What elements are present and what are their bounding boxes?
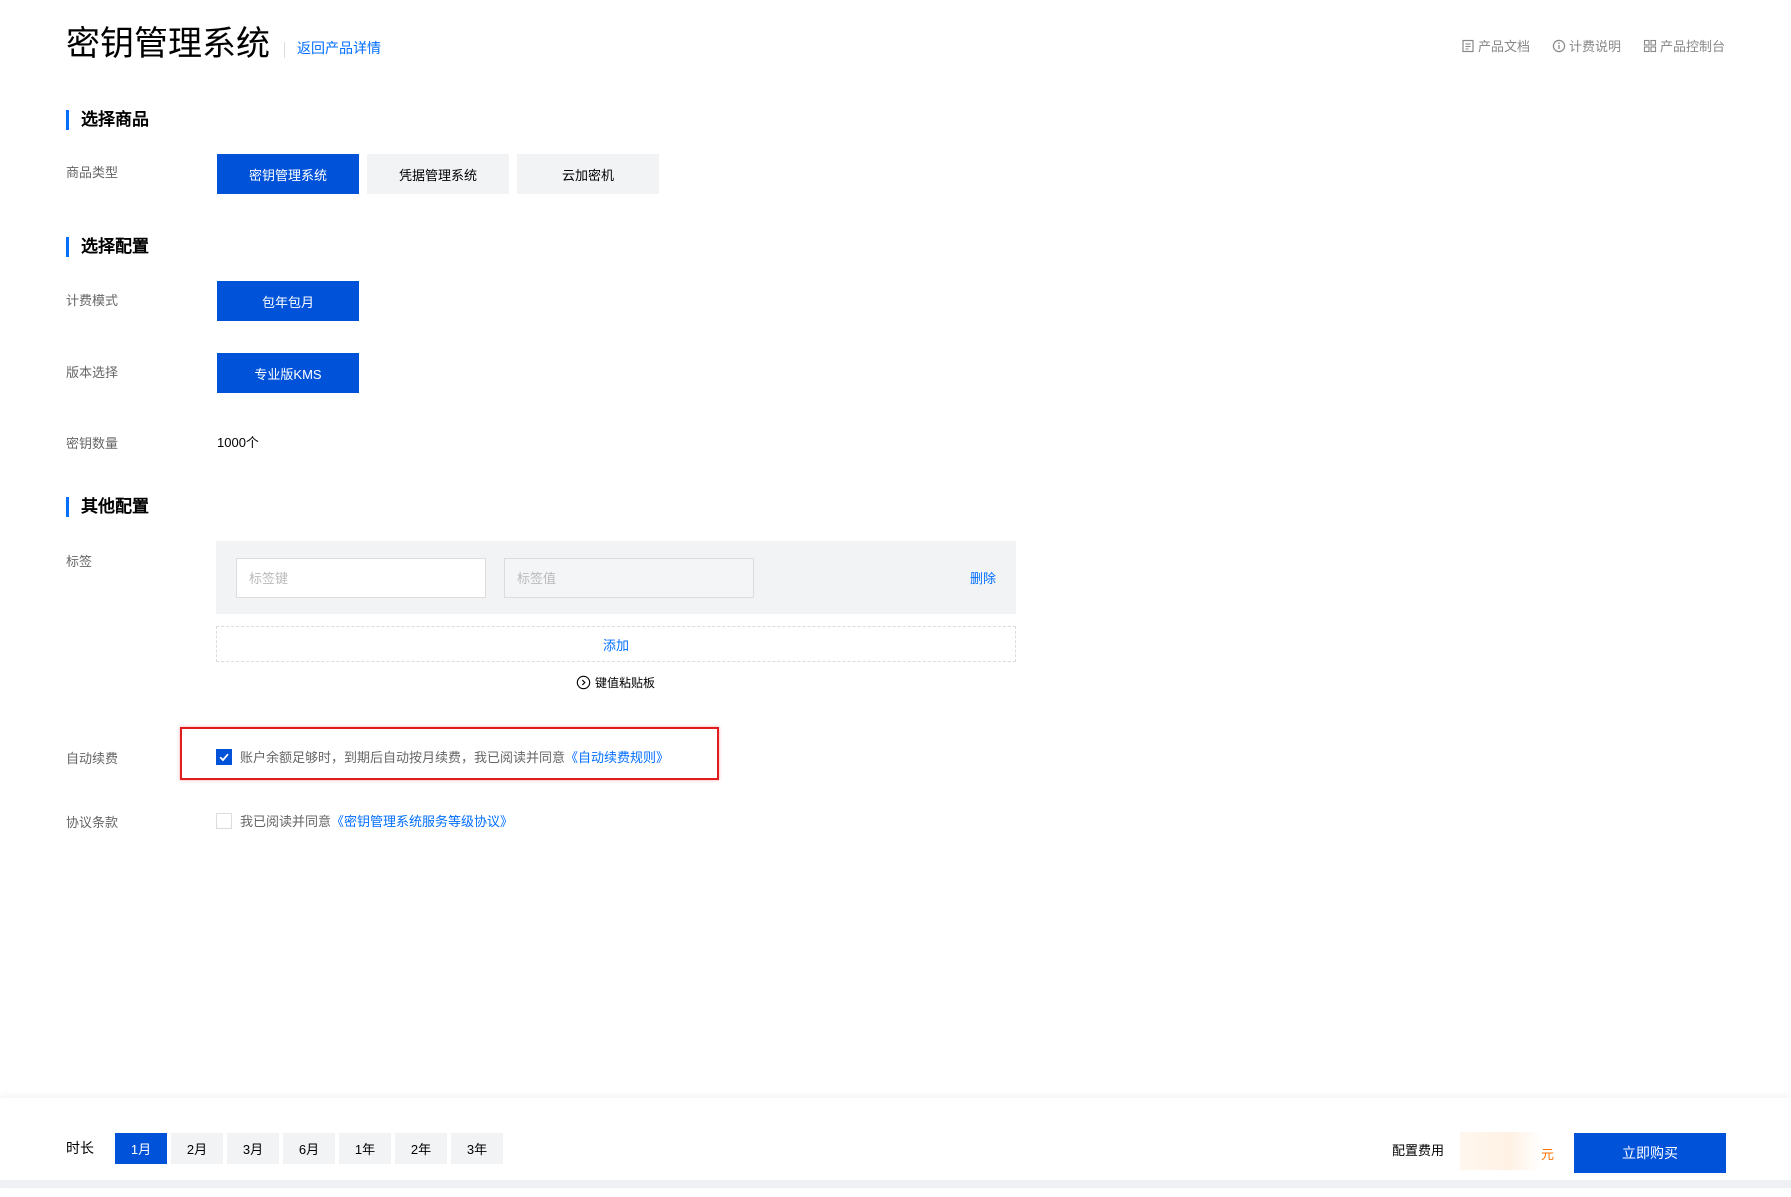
duration-option-1-year[interactable]: 1年 [339, 1133, 391, 1164]
product-docs-link[interactable]: 产品文档 [1461, 36, 1530, 55]
tag-label: 标签 [66, 554, 93, 569]
grid-icon [1643, 39, 1657, 52]
auto-renew-text: 账户余额足够时，到期后自动按月续费，我已阅读并同意 [240, 750, 566, 765]
key-count-label: 密钥数量 [66, 436, 119, 451]
tag-key-input[interactable] [236, 558, 486, 598]
billing-info-label: 计费说明 [1568, 39, 1621, 54]
billing-option-prepaid[interactable]: 包年包月 [217, 281, 359, 321]
product-type-label: 商品类型 [66, 165, 119, 180]
sla-agreement-link[interactable]: 《密钥管理系统服务等级协议》 [331, 811, 513, 830]
product-option-cloud-hsm[interactable]: 云加密机 [517, 154, 659, 194]
duration-options: 1月 2月 3月 6月 1年 2年 3年 [115, 1133, 503, 1164]
duration-option-1-month[interactable]: 1月 [115, 1133, 167, 1164]
section-title-select-product: 选择商品 [66, 110, 149, 130]
billing-mode-label: 计费模式 [66, 293, 119, 308]
product-option-kms[interactable]: 密钥管理系统 [217, 154, 359, 194]
duration-label: 时长 [66, 1140, 94, 1156]
add-tag-button[interactable]: 添加 [216, 626, 1016, 662]
agreement-label: 协议条款 [66, 815, 119, 830]
back-to-product-link[interactable]: 返回产品详情 [297, 38, 381, 58]
auto-renew-label: 自动续费 [66, 751, 119, 766]
edition-label: 版本选择 [66, 365, 119, 380]
edition-option-pro-kms[interactable]: 专业版KMS [217, 353, 359, 393]
check-icon [219, 753, 229, 761]
tag-value-input[interactable] [504, 558, 754, 598]
billing-info-link[interactable]: 计费说明 [1552, 36, 1621, 55]
product-docs-label: 产品文档 [1477, 39, 1530, 54]
header-links: 产品文档 计费说明 产品控制台 [1461, 36, 1725, 55]
product-console-label: 产品控制台 [1659, 39, 1725, 54]
auto-renew-row: 账户余额足够时，到期后自动按月续费，我已阅读并同意 《自动续费规则》 [216, 747, 669, 766]
key-count-value: 1000个 [217, 435, 259, 450]
chevron-right-circle-icon [576, 675, 591, 690]
delete-tag-link[interactable]: 删除 [970, 568, 996, 587]
page-title: 密钥管理系统 [66, 25, 270, 63]
info-icon [1552, 39, 1566, 52]
billing-mode-options: 包年包月 [217, 281, 359, 321]
auto-renew-rules-link[interactable]: 《自动续费规则》 [565, 747, 669, 766]
duration-option-2-years[interactable]: 2年 [395, 1133, 447, 1164]
config-fee-unit: 元 [1541, 1147, 1555, 1162]
edition-options: 专业版KMS [217, 353, 359, 393]
tag-editor-row: 删除 [216, 541, 1016, 614]
duration-option-3-years[interactable]: 3年 [451, 1133, 503, 1164]
agreement-row: 我已阅读并同意 《密钥管理系统服务等级协议》 [216, 811, 513, 830]
page-header: 密钥管理系统 返回产品详情 [66, 24, 381, 64]
auto-renew-checkbox[interactable] [216, 748, 232, 765]
document-icon [1462, 39, 1474, 52]
config-fee-label: 配置费用 [1392, 1143, 1445, 1158]
product-console-link[interactable]: 产品控制台 [1643, 36, 1725, 55]
config-fee-amount [1460, 1132, 1542, 1170]
product-type-options: 密钥管理系统 凭据管理系统 云加密机 [217, 154, 659, 194]
duration-option-3-months[interactable]: 3月 [227, 1133, 279, 1164]
agreement-text: 我已阅读并同意 [240, 814, 332, 829]
product-option-credential[interactable]: 凭据管理系统 [367, 154, 509, 194]
clipboard-label: 键值粘贴板 [595, 676, 656, 690]
buy-now-button[interactable]: 立即购买 [1574, 1133, 1726, 1173]
duration-option-6-months[interactable]: 6月 [283, 1133, 335, 1164]
agreement-checkbox[interactable] [216, 812, 232, 829]
key-value-clipboard-link[interactable]: 键值粘贴板 [576, 674, 655, 691]
section-title-other-config: 其他配置 [66, 497, 149, 517]
header-divider [284, 42, 285, 58]
section-title-select-config: 选择配置 [66, 237, 149, 257]
duration-option-2-months[interactable]: 2月 [171, 1133, 223, 1164]
bottom-purchase-bar: 时长 1月 2月 3月 6月 1年 2年 3年 配置费用 元 立即购买 [0, 1098, 1791, 1188]
